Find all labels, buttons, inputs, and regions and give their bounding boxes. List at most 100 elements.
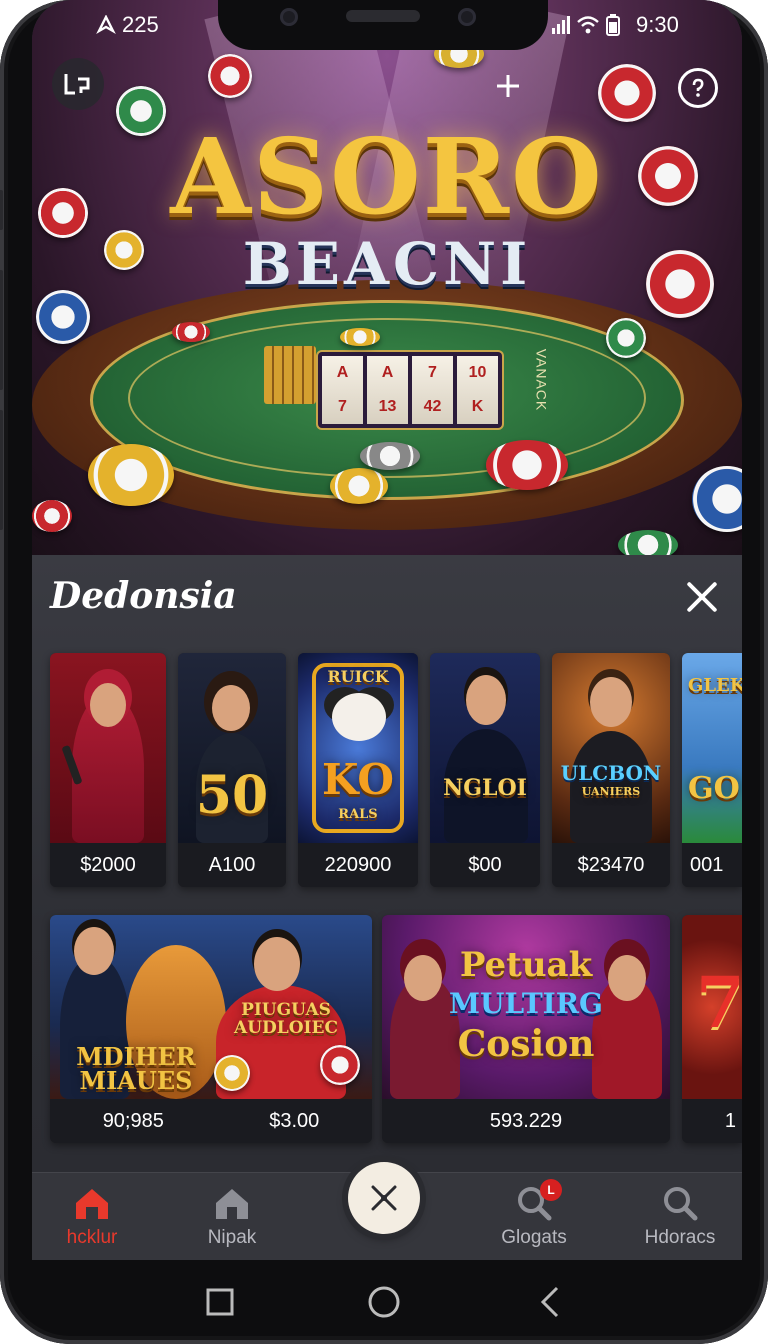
poker-chip xyxy=(340,328,380,346)
volume-button xyxy=(0,410,3,530)
game-card[interactable]: 50 A100 xyxy=(178,653,286,887)
poker-chip xyxy=(486,440,568,490)
close-icon xyxy=(371,1185,397,1211)
card-art-line2: MULTIRG xyxy=(449,987,603,1020)
reel: 7 42 xyxy=(412,356,453,424)
game-card[interactable]: NGLOI $00 xyxy=(430,653,540,887)
poker-chip xyxy=(320,1045,360,1085)
felt-label: VANACK xyxy=(533,348,550,412)
poker-chip xyxy=(606,318,646,358)
nav-item-glogats[interactable]: Glogats L xyxy=(482,1173,586,1260)
phone-frame: A7 A 13 7 42 10 K VANACK ASORO BEACNI De… xyxy=(0,0,768,1344)
battery-icon xyxy=(606,14,620,36)
card-price: $2000 xyxy=(50,843,166,887)
volume-button xyxy=(0,270,3,390)
card-art-sub: UANIERS xyxy=(581,785,641,798)
hero-banner[interactable]: A7 A 13 7 42 10 K VANACK ASORO BEACNI xyxy=(32,0,742,555)
help-button[interactable] xyxy=(678,68,718,108)
panda-face xyxy=(332,693,386,741)
card-price: 1 xyxy=(682,1099,742,1143)
singer-head xyxy=(90,683,126,727)
poker-chip xyxy=(88,444,174,506)
poker-chip xyxy=(36,290,90,344)
game-card[interactable]: $2000 xyxy=(50,653,166,887)
card-price: A100 xyxy=(178,843,286,887)
card-price: 593.229 xyxy=(382,1099,670,1143)
recents-icon xyxy=(206,1288,234,1316)
card-art-top: RUICK xyxy=(327,667,389,686)
reel: A 13 xyxy=(367,356,408,424)
card-art-sub: RALS xyxy=(338,807,378,822)
poker-chip xyxy=(692,466,742,532)
signal-icon xyxy=(552,16,570,34)
card-art-text: ULCBON xyxy=(560,761,662,785)
help-icon xyxy=(692,78,704,97)
back-icon xyxy=(540,1286,559,1318)
front-camera xyxy=(458,8,476,26)
home-icon xyxy=(76,1189,108,1219)
poker-chip xyxy=(172,322,210,342)
woman-head xyxy=(212,685,250,731)
nav-item-hdoracs[interactable]: Hdoracs xyxy=(624,1173,736,1260)
panel-title: Dedonsia xyxy=(50,575,237,617)
card-art-text: GO xyxy=(688,771,740,806)
game-card[interactable]: ULCBON UANIERS $23470 xyxy=(552,653,670,887)
reel: 10 K xyxy=(457,356,498,424)
card-art-text: NGLOI xyxy=(443,775,527,801)
reel: A7 xyxy=(322,356,363,424)
card-art-text: 50 xyxy=(195,765,269,826)
card-price: $23470 xyxy=(552,843,670,887)
recents-button[interactable] xyxy=(198,1280,242,1324)
front-sensor xyxy=(280,8,298,26)
system-nav-bar xyxy=(0,1262,768,1344)
card-art: GLEK GO xyxy=(682,653,742,843)
nav-item-home[interactable]: hcklur xyxy=(42,1173,142,1260)
notch xyxy=(218,0,548,50)
player-head xyxy=(590,677,632,727)
slot-reels: A7 A 13 7 42 10 K xyxy=(318,352,502,428)
card-art-text: KO xyxy=(322,755,394,804)
search-icon xyxy=(664,1187,698,1221)
host-head xyxy=(466,675,506,725)
game-subtitle: BEACNI xyxy=(242,230,532,298)
nav-label: Glogats xyxy=(501,1227,567,1248)
poker-chip xyxy=(360,442,420,470)
speaker xyxy=(346,10,420,22)
man-head xyxy=(74,927,114,975)
games-panel: Dedonsia $2000 50 A100 RUICK KO RALS 220… xyxy=(32,555,742,1175)
card-price: 220900 xyxy=(298,843,418,887)
card-price: $3.00 xyxy=(269,1109,320,1132)
add-button[interactable] xyxy=(490,68,526,104)
plus-icon xyxy=(497,75,519,97)
poker-chip xyxy=(214,1055,250,1091)
nav-label: Hdoracs xyxy=(644,1227,716,1248)
back-button[interactable] xyxy=(528,1280,572,1324)
app-logo-button[interactable] xyxy=(52,58,104,110)
game-card[interactable]: GLEK GO 001 xyxy=(682,653,742,887)
poker-chip xyxy=(330,468,388,504)
status-left: 225 xyxy=(96,10,159,40)
card-price-row: 90;985 $3.00 xyxy=(50,1099,372,1143)
notification-badge: L xyxy=(540,1179,562,1201)
card-art: Petuak MULTIRG Cosion xyxy=(382,915,670,1099)
nav-label: Nipak xyxy=(207,1227,257,1248)
nav-item-nipak[interactable]: Nipak xyxy=(182,1173,282,1260)
card-price: $00 xyxy=(430,843,540,887)
house-icon xyxy=(216,1189,248,1219)
game-card-wide[interactable]: 7 1 xyxy=(682,915,742,1143)
center-action-button[interactable] xyxy=(348,1162,420,1234)
game-card-wide[interactable]: PIUGUAS AUDLOIEC MDIHER MIAUES 90;985 $3… xyxy=(50,915,372,1143)
gold-stack xyxy=(264,346,316,404)
card-art: 7 xyxy=(682,915,742,1099)
card-price: 001 xyxy=(682,843,742,887)
screen: A7 A 13 7 42 10 K VANACK ASORO BEACNI De… xyxy=(32,0,742,1260)
home-button[interactable] xyxy=(362,1280,406,1324)
tshirt-text: PIUGUAS AUDLOIEC xyxy=(234,1000,338,1038)
game-card-wide[interactable]: Petuak MULTIRG Cosion 593.229 xyxy=(382,915,670,1143)
logo-icon xyxy=(64,74,90,95)
card-art-top: GLEK xyxy=(688,675,742,696)
game-card[interactable]: RUICK KO RALS 220900 xyxy=(298,653,418,887)
close-button[interactable] xyxy=(684,579,720,615)
card-art-text: MDIHER MIAUES xyxy=(76,1042,196,1095)
poker-chip xyxy=(598,64,656,122)
